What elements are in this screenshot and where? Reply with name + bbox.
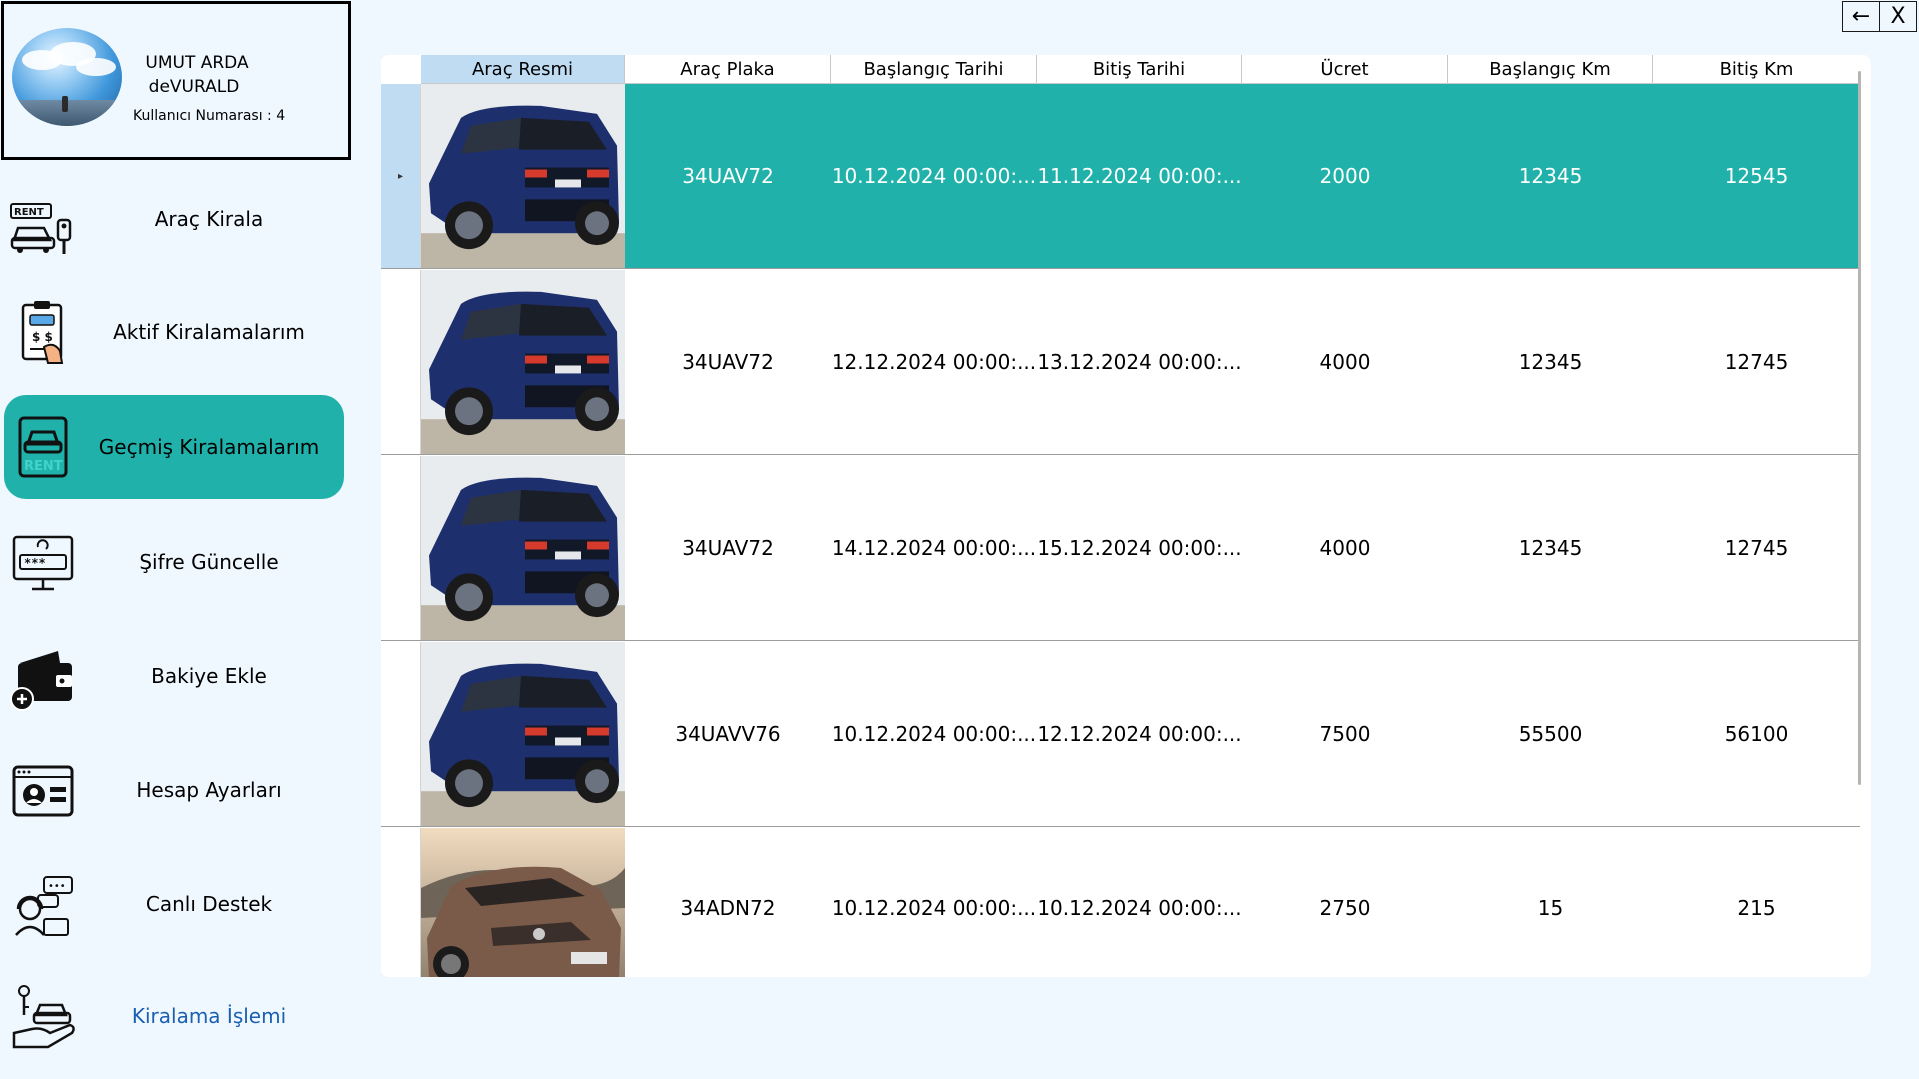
sidebar-item-canli-destek[interactable]: ••• Canlı Destek (4, 852, 344, 956)
start-date-cell: 10.12.2024 00:00:... (831, 896, 1037, 920)
back-button[interactable]: ← (1842, 1, 1880, 32)
grid-header: Araç Resmi Araç Plaka Başlangıç Tarihi B… (381, 55, 1860, 84)
car-image (421, 84, 625, 268)
hand-car-key-icon (8, 981, 76, 1051)
start-km-cell: 15 (1537, 896, 1564, 920)
end-date-cell: 13.12.2024 00:00:... (1037, 350, 1242, 374)
column-header-ucret[interactable]: Ücret (1242, 55, 1448, 84)
user-id-row: Kullanıcı Numarası : 4 (133, 108, 285, 124)
row-selector[interactable] (381, 270, 421, 454)
column-header-arac-plaka[interactable]: Araç Plaka (625, 55, 831, 84)
column-header-arac-resmi[interactable]: Araç Resmi (421, 55, 625, 84)
end-date-cell: 11.12.2024 00:00:... (1037, 164, 1242, 188)
start-date-cell: 10.12.2024 00:00:... (831, 722, 1037, 746)
user-name-last: deVURALD (148, 77, 240, 97)
row-selector[interactable] (381, 642, 421, 826)
table-row[interactable]: 34UAV72 12.12.2024 00:00:... 13.12.2024 … (381, 270, 1860, 455)
wallet-add-icon (8, 641, 76, 711)
sidebar-item-label: Canlı Destek (145, 892, 273, 916)
sidebar-item-bakiye-ekle[interactable]: Bakiye Ekle (4, 624, 344, 728)
sidebar-item-label: Hesap Ayarları (136, 778, 282, 802)
sidebar-item-label: Kiralama İşlemi (131, 1004, 287, 1028)
end-date-cell: 15.12.2024 00:00:... (1037, 536, 1242, 560)
start-date-cell: 10.12.2024 00:00:... (831, 164, 1037, 188)
car-image (421, 828, 625, 977)
sidebar-item-kiralama-islemi[interactable]: Kiralama İşlemi (4, 964, 344, 1068)
user-card: UMUT ARDA deVURALD Kullanıcı Numarası : … (1, 1, 351, 160)
user-name-first: UMUT ARDA (145, 53, 249, 73)
sidebar-item-label: Bakiye Ekle (151, 664, 267, 688)
table-row[interactable]: 34UAVV76 10.12.2024 00:00:... 12.12.2024… (381, 642, 1860, 827)
svg-text:RENT: RENT (24, 459, 63, 474)
plate-cell: 34UAV72 (682, 536, 774, 560)
table-row[interactable]: 34ADN72 10.12.2024 00:00:... 10.12.2024 … (381, 828, 1860, 977)
sidebar-item-hesap-ayarlari[interactable]: Hesap Ayarları (4, 738, 344, 842)
sidebar-item-aktif-kiralamalarim[interactable]: $ $ Aktif Kiralamalarım (4, 280, 344, 384)
row-selector[interactable] (381, 828, 421, 977)
row-selector[interactable]: ▸ (381, 84, 421, 268)
password-monitor-icon: *** (8, 527, 76, 597)
column-header-bitis-km[interactable]: Bitiş Km (1653, 55, 1860, 84)
close-button[interactable]: X (1879, 1, 1917, 32)
end-km-cell: 56100 (1724, 722, 1789, 746)
rental-document-icon: $ $ (8, 297, 76, 367)
vertical-scrollbar[interactable] (1858, 71, 1861, 785)
plate-cell: 34UAV72 (682, 164, 774, 188)
row-selector[interactable] (381, 456, 421, 640)
car-image (421, 456, 625, 640)
sidebar-item-label: Şifre Güncelle (139, 550, 279, 574)
end-date-cell: 10.12.2024 00:00:... (1037, 896, 1242, 920)
start-date-cell: 14.12.2024 00:00:... (831, 536, 1037, 560)
svg-text:***: *** (24, 556, 46, 570)
id-card-icon (8, 755, 76, 825)
end-km-cell: 12745 (1724, 350, 1789, 374)
user-id-label: Kullanıcı Numarası : (133, 108, 272, 124)
start-km-cell: 12345 (1518, 350, 1583, 374)
fee-cell: 4000 (1319, 350, 1371, 374)
column-header-baslangic-km[interactable]: Başlangıç Km (1448, 55, 1653, 84)
end-km-cell: 12545 (1724, 164, 1789, 188)
sidebar-item-sifre-guncelle[interactable]: *** Şifre Güncelle (4, 510, 344, 614)
grid-corner (381, 55, 421, 84)
sidebar-item-label: Araç Kirala (154, 207, 264, 231)
fee-cell: 2750 (1319, 896, 1371, 920)
column-header-bitis-tarihi[interactable]: Bitiş Tarihi (1037, 55, 1242, 84)
svg-text:$ $: $ $ (32, 330, 53, 344)
plate-cell: 34UAVV76 (675, 722, 781, 746)
fee-cell: 7500 (1319, 722, 1371, 746)
car-image (421, 270, 625, 454)
start-km-cell: 55500 (1518, 722, 1583, 746)
car-image (421, 642, 625, 826)
plate-cell: 34ADN72 (680, 896, 776, 920)
end-km-cell: 215 (1737, 896, 1776, 920)
column-header-baslangic-tarihi[interactable]: Başlangıç Tarihi (831, 55, 1037, 84)
end-date-cell: 12.12.2024 00:00:... (1037, 722, 1242, 746)
start-date-cell: 12.12.2024 00:00:... (831, 350, 1037, 374)
sidebar-item-gecmis-kiralamalarim[interactable]: RENT Geçmiş Kiralamalarım (4, 395, 344, 499)
sidebar-item-label: Aktif Kiralamalarım (113, 320, 305, 344)
table-row[interactable]: ▸ 34UAV72 10.12.2024 00:00:... 11.12.202… (381, 84, 1860, 269)
rent-car-key-icon: RENT (8, 184, 76, 254)
table-row[interactable]: 34UAV72 14.12.2024 00:00:... 15.12.2024 … (381, 456, 1860, 641)
svg-text:•••: ••• (48, 881, 66, 892)
start-km-cell: 12345 (1518, 164, 1583, 188)
plate-cell: 34UAV72 (682, 350, 774, 374)
sidebar-item-label: Geçmiş Kiralamalarım (98, 435, 320, 459)
avatar (12, 28, 122, 126)
svg-text:RENT: RENT (14, 207, 44, 218)
rent-history-icon: RENT (8, 412, 76, 482)
user-id-value: 4 (276, 108, 286, 124)
start-km-cell: 12345 (1518, 536, 1583, 560)
end-km-cell: 12745 (1724, 536, 1789, 560)
live-support-icon: ••• (8, 869, 76, 939)
rental-history-grid[interactable]: Araç Resmi Araç Plaka Başlangıç Tarihi B… (381, 55, 1871, 977)
fee-cell: 4000 (1319, 536, 1371, 560)
sidebar-item-arac-kirala[interactable]: RENT Araç Kirala (4, 167, 344, 271)
fee-cell: 2000 (1319, 164, 1371, 188)
